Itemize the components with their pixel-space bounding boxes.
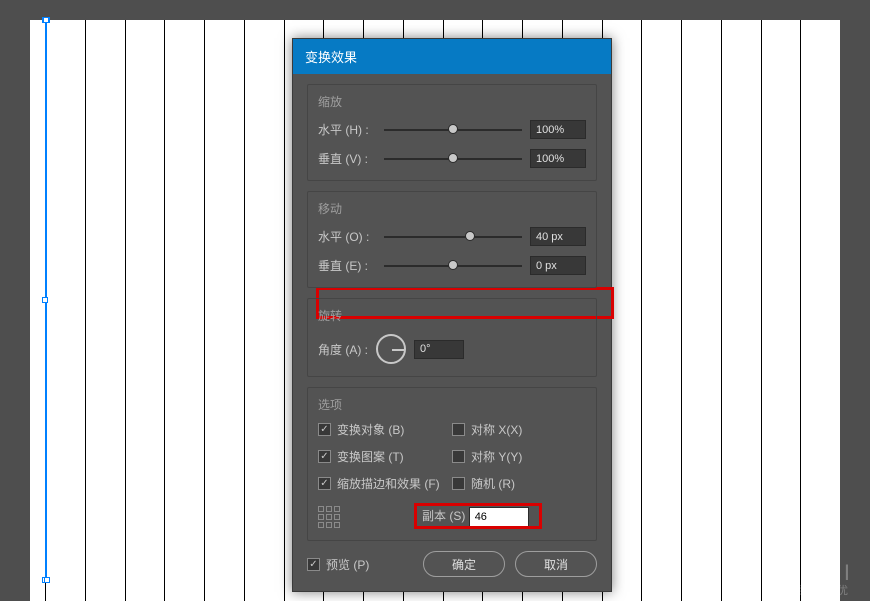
- move-vertical-label: 垂直 (E) :: [318, 257, 376, 274]
- reflect-y-label: 对称 Y(Y): [471, 448, 522, 465]
- copies-input[interactable]: [469, 507, 529, 527]
- move-horizontal-slider[interactable]: [384, 236, 522, 238]
- copies-label: 副本 (S): [422, 509, 465, 523]
- registration-point-selector[interactable]: [318, 506, 340, 528]
- slider-thumb[interactable]: [448, 153, 458, 163]
- reflect-y-checkbox[interactable]: 对称 Y(Y): [452, 448, 586, 465]
- reflect-x-label: 对称 X(X): [471, 421, 522, 438]
- checkbox-icon: ✓: [318, 477, 331, 490]
- scale-strokes-label: 缩放描边和效果 (F): [337, 475, 440, 492]
- scale-section: 缩放 水平 (H) : 垂直 (V) :: [307, 84, 597, 181]
- checkbox-icon: [452, 477, 465, 490]
- rotate-angle-label: 角度 (A) :: [318, 341, 376, 358]
- random-checkbox[interactable]: 随机 (R): [452, 475, 586, 492]
- slider-thumb[interactable]: [465, 231, 475, 241]
- preview-label: 预览 (P): [326, 556, 369, 573]
- angle-wheel-icon[interactable]: [376, 334, 406, 364]
- move-section-label: 移动: [318, 200, 586, 217]
- scale-vertical-slider[interactable]: [384, 158, 522, 160]
- checkbox-icon: [452, 423, 465, 436]
- watermark-sub: 就 看 优 优: [771, 585, 852, 597]
- selection-handle-middle-left[interactable]: [42, 297, 48, 303]
- rotate-angle-input[interactable]: [414, 340, 464, 359]
- checkbox-icon: [452, 450, 465, 463]
- slider-thumb[interactable]: [448, 260, 458, 270]
- cancel-button[interactable]: 取消: [515, 551, 597, 577]
- slider-thumb[interactable]: [448, 124, 458, 134]
- checkbox-icon: ✓: [318, 423, 331, 436]
- move-vertical-input[interactable]: [530, 256, 586, 275]
- scale-horizontal-slider[interactable]: [384, 129, 522, 131]
- selection-box[interactable]: [45, 20, 47, 580]
- options-section: 选项 ✓ 变换对象 (B) 对称 X(X) ✓ 变换图案 (T) 对称 Y(Y): [307, 387, 597, 541]
- transform-effect-dialog: 变换效果 缩放 水平 (H) : 垂直 (V) : 移动: [292, 38, 612, 592]
- transform-objects-label: 变换对象 (B): [337, 421, 404, 438]
- options-section-label: 选项: [318, 396, 586, 413]
- watermark-main: UIIII: [802, 560, 852, 585]
- scale-vertical-label: 垂直 (V) :: [318, 150, 376, 167]
- transform-patterns-label: 变换图案 (T): [337, 448, 404, 465]
- move-vertical-slider[interactable]: [384, 265, 522, 267]
- reflect-x-checkbox[interactable]: 对称 X(X): [452, 421, 586, 438]
- dialog-title: 变换效果: [293, 39, 611, 74]
- ok-button[interactable]: 确定: [423, 551, 505, 577]
- transform-patterns-checkbox[interactable]: ✓ 变换图案 (T): [318, 448, 452, 465]
- checkbox-icon: ✓: [307, 558, 320, 571]
- selection-handle-top-middle[interactable]: [43, 17, 49, 23]
- scale-vertical-input[interactable]: [530, 149, 586, 168]
- random-label: 随机 (R): [471, 475, 515, 492]
- rotate-section: 旋转 角度 (A) :: [307, 298, 597, 377]
- move-horizontal-input[interactable]: [530, 227, 586, 246]
- scale-strokes-checkbox[interactable]: ✓ 缩放描边和效果 (F): [318, 475, 452, 492]
- rotate-section-label: 旋转: [318, 307, 586, 324]
- checkbox-icon: ✓: [318, 450, 331, 463]
- selection-handle-bottom-right[interactable]: [44, 577, 50, 583]
- scale-section-label: 缩放: [318, 93, 586, 110]
- move-section: 移动 水平 (O) : 垂直 (E) :: [307, 191, 597, 288]
- transform-objects-checkbox[interactable]: ✓ 变换对象 (B): [318, 421, 452, 438]
- move-horizontal-label: 水平 (O) :: [318, 228, 376, 245]
- preview-checkbox[interactable]: ✓ 预览 (P): [307, 556, 369, 573]
- scale-horizontal-label: 水平 (H) :: [318, 121, 376, 138]
- scale-horizontal-input[interactable]: [530, 120, 586, 139]
- watermark: UIIII 就 看 优 优: [771, 561, 852, 597]
